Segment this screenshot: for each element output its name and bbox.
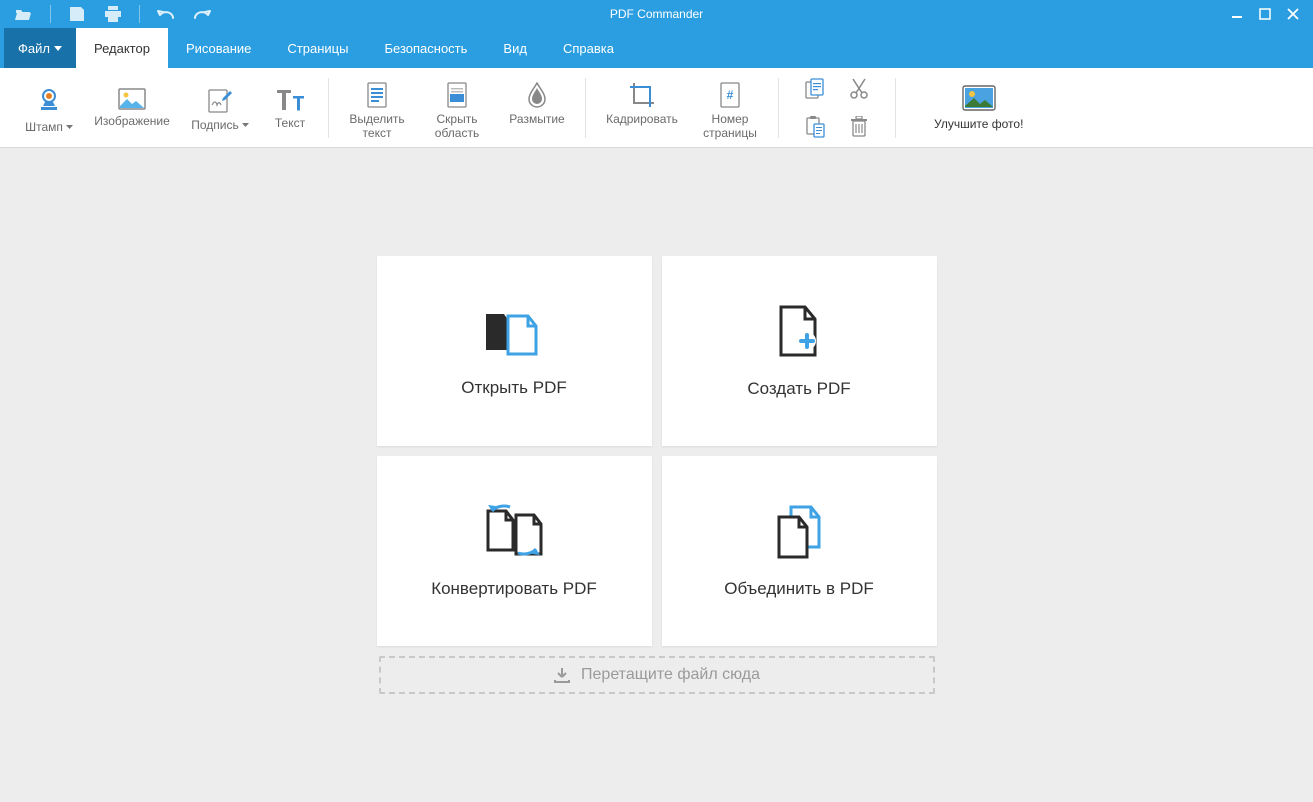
merge-pdf-label: Объединить в PDF xyxy=(724,579,874,599)
enhance-photo-promo[interactable]: Улучшите фото! xyxy=(934,85,1023,131)
page-number-icon: # xyxy=(719,82,741,108)
signature-icon xyxy=(207,88,233,114)
hide-area-icon xyxy=(445,82,469,108)
ribbon-group-clipboard xyxy=(797,73,877,143)
merge-pdf-icon xyxy=(769,503,829,559)
maximize-icon xyxy=(1259,8,1271,20)
undo-icon xyxy=(157,8,175,20)
create-pdf-card[interactable]: Создать PDF xyxy=(662,256,937,446)
image-button[interactable]: Изображение xyxy=(84,82,180,128)
drop-zone-label: Перетащите файл сюда xyxy=(581,666,760,684)
save-icon xyxy=(69,6,85,22)
undo-button[interactable] xyxy=(148,0,184,28)
close-icon xyxy=(1287,8,1299,20)
copy-button[interactable] xyxy=(797,73,833,105)
quick-access-toolbar xyxy=(0,0,220,28)
dropdown-caret-icon xyxy=(54,46,62,51)
highlight-icon xyxy=(365,82,389,108)
copy-icon xyxy=(805,78,825,100)
tab-help[interactable]: Справка xyxy=(545,28,632,68)
save-button[interactable] xyxy=(59,0,95,28)
open-file-button[interactable] xyxy=(6,0,42,28)
convert-pdf-card[interactable]: Конвертировать PDF xyxy=(377,456,652,646)
convert-pdf-label: Конвертировать PDF xyxy=(431,579,597,599)
file-menu-label: Файл xyxy=(18,41,50,56)
text-icon xyxy=(275,88,305,112)
tab-drawing[interactable]: Рисование xyxy=(168,28,269,68)
print-button[interactable] xyxy=(95,0,131,28)
redo-button[interactable] xyxy=(184,0,220,28)
paste-button[interactable] xyxy=(797,111,833,143)
cut-icon xyxy=(849,78,869,100)
maximize-button[interactable] xyxy=(1251,0,1279,28)
delete-button[interactable] xyxy=(841,111,877,143)
ribbon-group-page: Кадрировать # Номер страницы xyxy=(594,76,770,140)
download-icon xyxy=(553,666,571,684)
blur-icon xyxy=(527,82,547,108)
tab-editor[interactable]: Редактор xyxy=(76,28,168,68)
crop-button[interactable]: Кадрировать xyxy=(594,76,690,126)
redo-icon xyxy=(193,8,211,20)
image-icon xyxy=(118,88,146,110)
trash-icon xyxy=(850,116,868,138)
ribbon-group-redact: Выделить текст Скрыть область Размытие xyxy=(337,76,577,140)
create-pdf-label: Создать PDF xyxy=(747,379,850,399)
convert-pdf-icon xyxy=(482,503,546,559)
merge-pdf-card[interactable]: Объединить в PDF xyxy=(662,456,937,646)
minimize-button[interactable] xyxy=(1223,0,1251,28)
enhance-photo-icon xyxy=(962,85,996,111)
crop-icon xyxy=(629,82,655,108)
open-pdf-card[interactable]: Открыть PDF xyxy=(377,256,652,446)
minimize-icon xyxy=(1231,8,1243,20)
open-pdf-icon xyxy=(482,304,546,358)
folder-open-icon xyxy=(15,7,33,21)
svg-text:#: # xyxy=(727,88,734,102)
window-controls xyxy=(1223,0,1313,28)
menu-bar: Файл Редактор Рисование Страницы Безопас… xyxy=(0,28,1313,68)
highlight-text-button[interactable]: Выделить текст xyxy=(337,76,417,140)
page-number-button[interactable]: # Номер страницы xyxy=(690,76,770,140)
tab-security[interactable]: Безопасность xyxy=(366,28,485,68)
tab-view[interactable]: Вид xyxy=(485,28,545,68)
cut-button[interactable] xyxy=(841,73,877,105)
text-button[interactable]: Текст xyxy=(260,82,320,130)
create-pdf-icon xyxy=(773,303,825,359)
paste-icon xyxy=(805,116,825,138)
signature-button[interactable]: Подпись xyxy=(180,82,260,132)
file-menu-button[interactable]: Файл xyxy=(4,28,76,68)
stamp-icon xyxy=(35,88,63,116)
workspace: Открыть PDF Создать PDF xyxy=(0,148,1313,802)
title-bar: PDF Commander xyxy=(0,0,1313,28)
print-icon xyxy=(104,6,122,22)
ribbon-group-insert: Штамп Изображение Подпи xyxy=(14,82,320,134)
hide-area-button[interactable]: Скрыть область xyxy=(417,76,497,140)
stamp-button[interactable]: Штамп xyxy=(14,82,84,134)
blur-button[interactable]: Размытие xyxy=(497,76,577,126)
dropdown-caret-icon xyxy=(66,125,73,129)
dropdown-caret-icon xyxy=(242,123,249,127)
drop-zone[interactable]: Перетащите файл сюда xyxy=(379,656,935,694)
tab-pages[interactable]: Страницы xyxy=(269,28,366,68)
open-pdf-label: Открыть PDF xyxy=(461,378,567,398)
ribbon-toolbar: Штамп Изображение Подпи xyxy=(0,68,1313,148)
close-button[interactable] xyxy=(1279,0,1307,28)
start-panel: Открыть PDF Создать PDF xyxy=(377,256,937,694)
